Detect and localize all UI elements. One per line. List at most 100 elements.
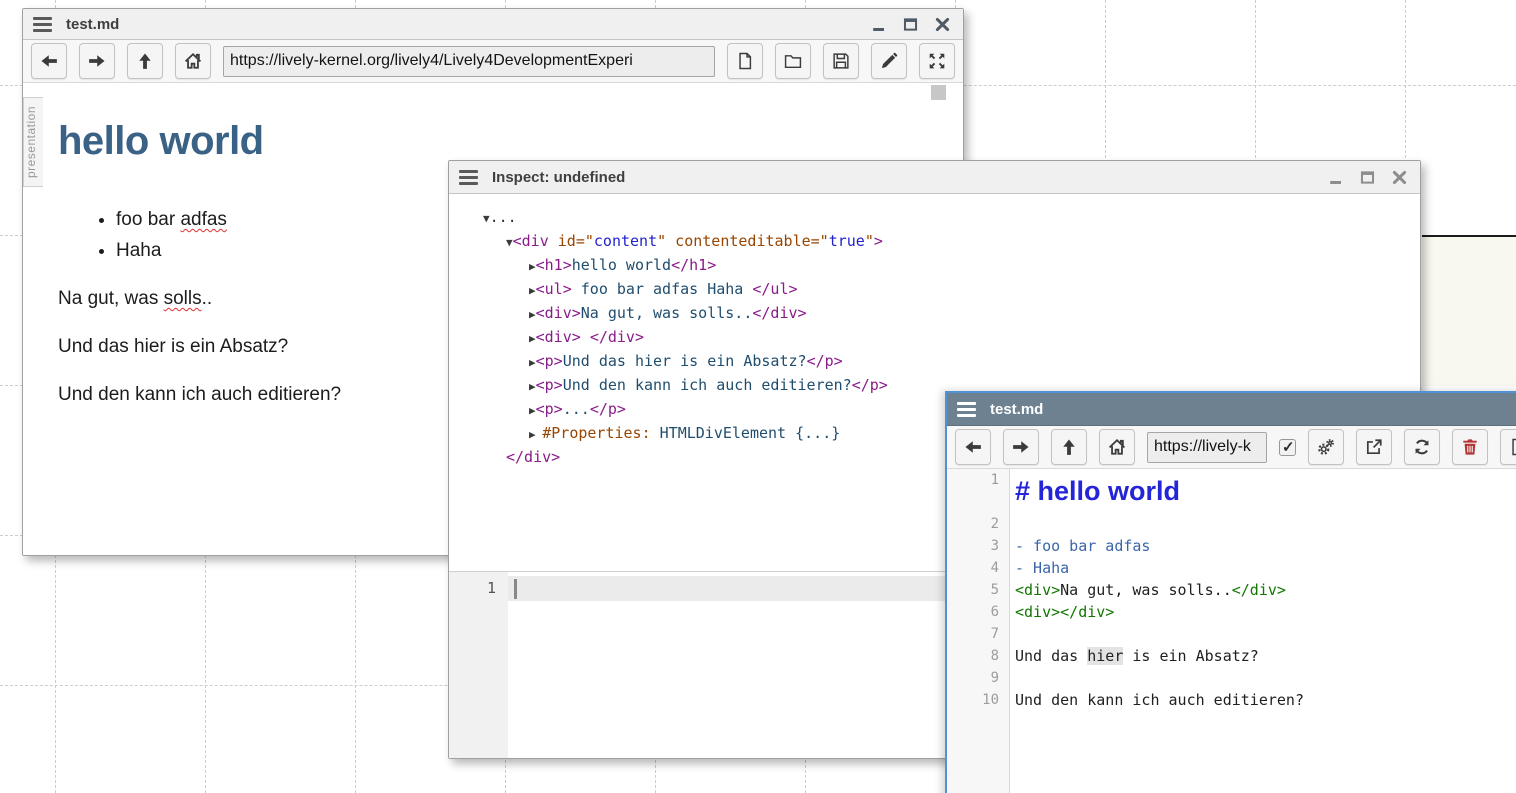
page-heading[interactable]: hello world <box>58 119 963 164</box>
expand-arrow-icon[interactable]: ▼ <box>506 236 513 249</box>
code-token: Und den kann ich auch editieren? <box>1015 691 1304 709</box>
titlebar[interactable]: Inspect: undefined <box>449 161 1420 194</box>
code-line[interactable]: 10Und den kann ich auch editieren? <box>947 689 1516 711</box>
edit-button[interactable] <box>871 43 907 79</box>
presentation-tab[interactable]: presentation <box>23 97 43 187</box>
up-button[interactable] <box>127 43 163 79</box>
forward-button[interactable] <box>1003 429 1039 465</box>
source-editor[interactable]: 1# hello world23- foo bar adfas4- Haha5<… <box>947 469 1516 793</box>
nav-buttons <box>955 429 1135 465</box>
code-line[interactable]: 5<div>Na gut, was solls..</div> <box>947 579 1516 601</box>
back-button[interactable] <box>31 43 67 79</box>
window-title: Inspect: undefined <box>492 169 625 186</box>
code-text: <div>Na gut, was solls..</div> <box>1009 579 1286 601</box>
menu-icon[interactable] <box>33 17 52 32</box>
code-line[interactable]: 8Und das hier is ein Absatz? <box>947 645 1516 667</box>
dom-token: </p> <box>590 400 626 418</box>
pencil-icon <box>880 52 898 70</box>
dom-token: ... <box>490 208 517 226</box>
code-token: </div> <box>1232 581 1286 599</box>
expand-arrow-icon[interactable]: ▶ <box>529 404 536 417</box>
expand-arrow-icon[interactable]: ▶ <box>529 332 536 345</box>
home-icon <box>1108 438 1126 456</box>
window-title: test.md <box>66 16 119 33</box>
dom-token: <p> <box>536 376 563 394</box>
expand-arrow-icon[interactable]: ▶ <box>529 284 536 297</box>
text-run: Haha <box>116 240 161 261</box>
dom-token: content <box>594 232 657 250</box>
titlebar[interactable]: test.md <box>23 9 963 40</box>
close-button[interactable] <box>1388 166 1410 188</box>
minimize-button[interactable] <box>1324 166 1346 188</box>
dom-token: <p> <box>536 400 563 418</box>
text-cursor <box>514 579 517 599</box>
dom-token: </p> <box>807 352 843 370</box>
tree-node[interactable]: ▶<div> </div> <box>449 326 1420 350</box>
back-button[interactable] <box>955 429 991 465</box>
expand-arrow-icon[interactable]: ▶ <box>529 380 536 393</box>
url-input[interactable] <box>1147 432 1267 463</box>
tree-node[interactable]: ▶<div>Na gut, was solls..</div> <box>449 302 1420 326</box>
close-button[interactable] <box>931 13 953 35</box>
dom-token: hello world <box>572 256 671 274</box>
peek-panel[interactable] <box>1422 235 1516 386</box>
tree-node[interactable]: ▼<div id="content" contenteditable="true… <box>449 230 1420 254</box>
maximize-button[interactable] <box>899 13 921 35</box>
dom-token: </div> <box>590 328 644 346</box>
code-line[interactable]: 1# hello world <box>947 469 1516 513</box>
new-file-icon <box>736 52 754 70</box>
menu-icon[interactable] <box>459 170 478 185</box>
dom-token: </div> <box>506 448 560 466</box>
up-button[interactable] <box>1051 429 1087 465</box>
menu-icon[interactable] <box>957 402 976 417</box>
expand-button[interactable] <box>919 43 955 79</box>
expand-arrow-icon[interactable]: ▶ <box>529 356 536 369</box>
minimize-button[interactable] <box>867 13 889 35</box>
open-folder-button[interactable] <box>775 43 811 79</box>
code-line[interactable]: 2 <box>947 513 1516 535</box>
tree-node[interactable]: ▼... <box>449 206 1420 230</box>
expand-arrow-icon[interactable]: ▶ <box>529 260 536 273</box>
code-line[interactable]: 7 <box>947 623 1516 645</box>
code-text: <div></div> <box>1009 601 1114 623</box>
settings-button[interactable] <box>1308 429 1344 465</box>
titlebar[interactable]: test.md <box>947 393 1516 426</box>
forward-button[interactable] <box>79 43 115 79</box>
refresh-button[interactable] <box>1404 429 1440 465</box>
maximize-button[interactable] <box>1356 166 1378 188</box>
tree-node[interactable]: ▶<ul> foo bar adfas Haha </ul> <box>449 278 1420 302</box>
new-file-button[interactable] <box>727 43 763 79</box>
lively-desktop: test.md presentation hello world foo bar… <box>0 0 1516 793</box>
edit-mode-checkbox[interactable] <box>1279 439 1296 456</box>
code-line[interactable]: 9 <box>947 667 1516 689</box>
tree-node[interactable]: ▶<p>Und das hier is ein Absatz?</p> <box>449 350 1420 374</box>
code-text: - Haha <box>1009 557 1069 579</box>
window-controls <box>867 13 953 35</box>
new-file-button[interactable] <box>1500 429 1516 465</box>
url-input[interactable] <box>223 46 715 77</box>
gears-icon <box>1317 438 1335 456</box>
expand-arrow-icon[interactable]: ▶ <box>529 428 542 441</box>
save-button[interactable] <box>823 43 859 79</box>
home-button[interactable] <box>1099 429 1135 465</box>
delete-button[interactable] <box>1452 429 1488 465</box>
scrollbar-thumb[interactable] <box>931 85 946 100</box>
code-token: - foo bar adfas <box>1015 537 1150 555</box>
line-number: 7 <box>947 623 1009 645</box>
refresh-icon <box>1413 438 1431 456</box>
window-title: test.md <box>990 401 1043 418</box>
code-line[interactable]: 6<div></div> <box>947 601 1516 623</box>
code-line[interactable]: 4- Haha <box>947 557 1516 579</box>
arrow-left-icon <box>40 52 58 70</box>
open-external-button[interactable] <box>1356 429 1392 465</box>
home-button[interactable] <box>175 43 211 79</box>
dom-token: Und das hier is ein Absatz? <box>563 352 807 370</box>
dom-token: <h1> <box>536 256 572 274</box>
code-line[interactable]: 3- foo bar adfas <box>947 535 1516 557</box>
dom-token: <div> <box>536 328 581 346</box>
code-token: Und das <box>1015 647 1087 665</box>
expand-arrow-icon[interactable]: ▼ <box>483 212 490 225</box>
text-run: Na gut, was <box>58 288 164 309</box>
tree-node[interactable]: ▶<h1>hello world</h1> <box>449 254 1420 278</box>
expand-arrow-icon[interactable]: ▶ <box>529 308 536 321</box>
